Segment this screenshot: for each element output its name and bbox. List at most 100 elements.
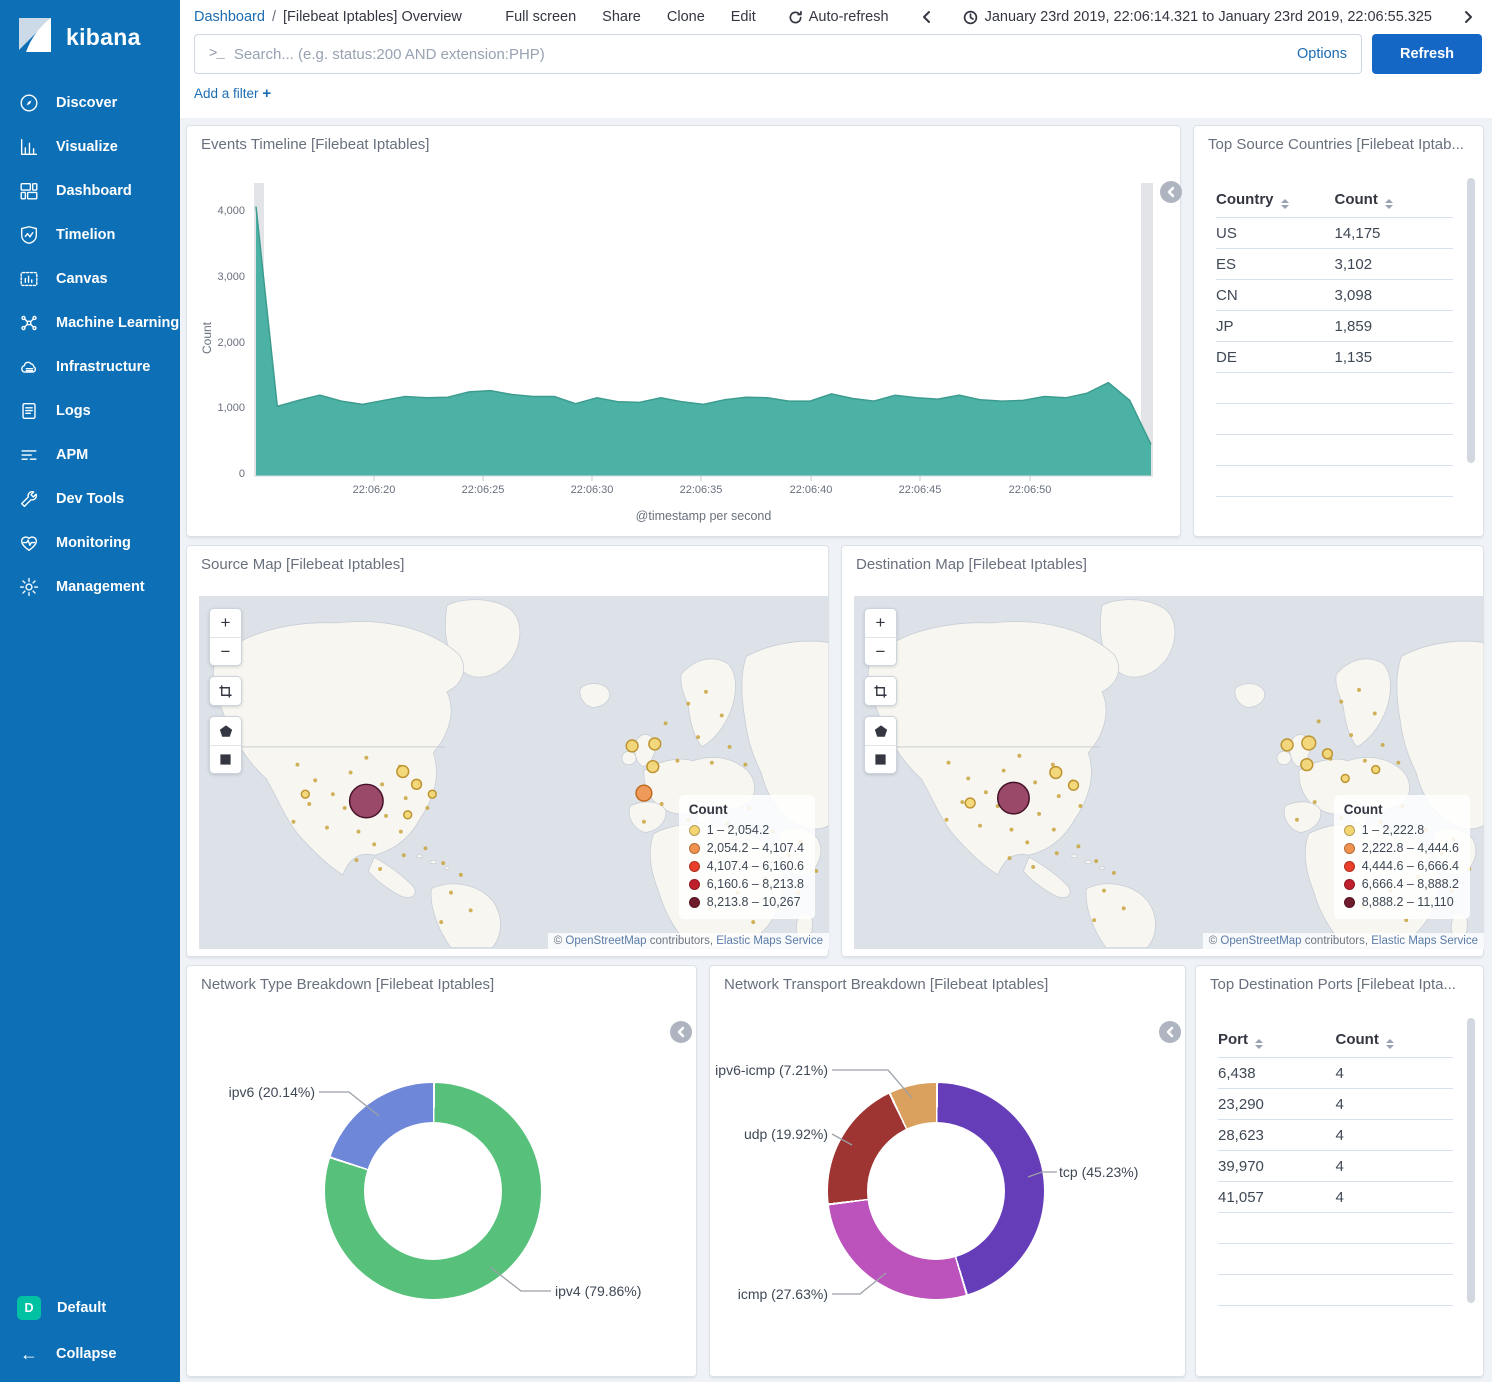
- draw-polygon-button[interactable]: [210, 717, 241, 745]
- logs-icon: [17, 400, 40, 423]
- legend-toggle-button[interactable]: [1159, 1021, 1181, 1043]
- panel-title[interactable]: Top Source Countries [Filebeat Iptab...: [1208, 136, 1464, 153]
- draw-rectangle-button[interactable]: [865, 745, 896, 773]
- options-link[interactable]: Options: [1297, 46, 1347, 62]
- time-range-picker[interactable]: January 23rd 2019, 22:06:14.321 to Janua…: [963, 9, 1432, 25]
- sort-icon: [1386, 1039, 1394, 1049]
- share-button[interactable]: Share: [602, 9, 641, 25]
- sidebar-item-apm[interactable]: APM: [0, 433, 180, 477]
- map-controls: + −: [864, 608, 897, 774]
- x-tick: 22:06:30: [571, 484, 614, 496]
- timeline-area-chart[interactable]: [254, 183, 1153, 483]
- network-type-donut[interactable]: [325, 1083, 541, 1299]
- y-tick: 3,000: [187, 271, 245, 283]
- x-tick: 22:06:50: [1009, 484, 1052, 496]
- y-tick: 1,000: [187, 402, 245, 414]
- sidebar-item-dashboard[interactable]: Dashboard: [0, 169, 180, 213]
- column-header-port[interactable]: Port: [1218, 1031, 1336, 1049]
- legend-swatch: [689, 825, 700, 836]
- sidebar-item-management[interactable]: Management: [0, 565, 180, 609]
- zoom-in-button[interactable]: +: [210, 609, 241, 637]
- refresh-button[interactable]: Refresh: [1372, 34, 1482, 74]
- sidebar-item-visualize[interactable]: Visualize: [0, 125, 180, 169]
- legend-item: 2,054.2 – 4,107.4: [689, 839, 804, 857]
- panel-title[interactable]: Network Type Breakdown [Filebeat Iptable…: [201, 976, 494, 993]
- legend-item: 4,444.6 – 6,666.4: [1344, 857, 1459, 875]
- sidebar-item-monitoring[interactable]: Monitoring: [0, 521, 180, 565]
- edit-button[interactable]: Edit: [731, 9, 756, 25]
- table-row: CN3,098: [1216, 280, 1453, 311]
- map-legend: Count 1 – 2,222.8 2,222.8 – 4,444.6 4,44…: [1334, 795, 1470, 919]
- source-map[interactable]: + − Count 1 – 2,054.2 2,054.2 – 4,107.4 …: [199, 596, 829, 949]
- openstreetmap-link[interactable]: OpenStreetMap: [565, 935, 646, 947]
- table-row-empty: [1218, 1244, 1453, 1275]
- openstreetmap-link[interactable]: OpenStreetMap: [1220, 935, 1301, 947]
- elastic-maps-service-link[interactable]: Elastic Maps Service: [1371, 935, 1478, 947]
- sidebar-item-canvas[interactable]: Canvas: [0, 257, 180, 301]
- legend-swatch: [1344, 825, 1355, 836]
- time-forward-button[interactable]: [1458, 10, 1480, 24]
- sidebar-item-dev-tools[interactable]: Dev Tools: [0, 477, 180, 521]
- search-input[interactable]: [234, 46, 1287, 63]
- column-header-count[interactable]: Count: [1336, 1031, 1454, 1049]
- collapse-button[interactable]: ← Collapse: [0, 1334, 180, 1374]
- legend-toggle-button[interactable]: [1160, 181, 1182, 203]
- table-scrollbar[interactable]: [1467, 1018, 1475, 1303]
- panel-title[interactable]: Destination Map [Filebeat Iptables]: [856, 556, 1087, 573]
- panel-title[interactable]: Top Destination Ports [Filebeat Ipta...: [1210, 976, 1456, 993]
- column-header-count[interactable]: Count: [1335, 191, 1454, 209]
- table-row: JP1,859: [1216, 311, 1453, 342]
- draw-polygon-button[interactable]: [865, 717, 896, 745]
- panel-top-destination-ports: Top Destination Ports [Filebeat Ipta... …: [1195, 965, 1484, 1377]
- infrastructure-icon: [17, 356, 40, 379]
- dashboard-icon: [17, 180, 40, 203]
- legend-item: 2,222.8 – 4,444.6: [1344, 839, 1459, 857]
- network-transport-donut[interactable]: [828, 1083, 1044, 1299]
- destination-map[interactable]: + − Count 1 – 2,222.8 2,222.8 – 4,444.6 …: [854, 596, 1484, 949]
- legend-item: 4,107.4 – 6,160.6: [689, 857, 804, 875]
- elastic-maps-service-link[interactable]: Elastic Maps Service: [716, 935, 823, 947]
- kibana-logo[interactable]: kibana: [0, 0, 180, 81]
- draw-rectangle-button[interactable]: [210, 745, 241, 773]
- fit-bounds-button[interactable]: [210, 677, 241, 705]
- fit-bounds-button[interactable]: [865, 677, 896, 705]
- table-row-empty: [1218, 1275, 1453, 1306]
- column-header-country[interactable]: Country: [1216, 191, 1335, 209]
- auto-refresh-button[interactable]: Auto-refresh: [788, 9, 889, 25]
- sidebar-item-timelion[interactable]: Timelion: [0, 213, 180, 257]
- slice-label-ipv6-icmp: ipv6-icmp (7.21%): [710, 1062, 828, 1078]
- sidebar-item-discover[interactable]: Discover: [0, 81, 180, 125]
- add-filter-link[interactable]: Add a filter +: [194, 85, 271, 102]
- slice-label-ipv4: ipv4 (79.86%): [555, 1283, 641, 1299]
- apm-icon: [17, 444, 40, 467]
- legend-toggle-button[interactable]: [670, 1021, 692, 1043]
- terminal-prompt-icon: >_: [209, 46, 224, 62]
- slice-label-ipv6: ipv6 (20.14%): [187, 1084, 315, 1100]
- sidebar-item-machine-learning[interactable]: Machine Learning: [0, 301, 180, 345]
- sidebar-item-infrastructure[interactable]: Infrastructure: [0, 345, 180, 389]
- time-back-button[interactable]: [915, 10, 937, 24]
- sidebar-item-logs[interactable]: Logs: [0, 389, 180, 433]
- ports-table: Port Count 6,4384 23,2904 28,6234 39,970…: [1218, 1022, 1453, 1306]
- legend-item: 6,666.4 – 8,888.2: [1344, 875, 1459, 893]
- breadcrumb-dashboard-link[interactable]: Dashboard: [194, 9, 265, 25]
- full-screen-button[interactable]: Full screen: [505, 9, 576, 25]
- space-selector[interactable]: D Default: [0, 1286, 180, 1330]
- legend-title: Count: [689, 802, 804, 817]
- donut-hole: [364, 1122, 502, 1260]
- map-legend: Count 1 – 2,054.2 2,054.2 – 4,107.4 4,10…: [679, 795, 815, 919]
- panel-title[interactable]: Source Map [Filebeat Iptables]: [201, 556, 404, 573]
- search-bar: >_ Options Refresh: [180, 30, 1492, 74]
- zoom-in-button[interactable]: +: [865, 609, 896, 637]
- clone-button[interactable]: Clone: [667, 9, 705, 25]
- panel-source-map: Source Map [Filebeat Iptables] + −: [186, 545, 829, 957]
- table-scrollbar[interactable]: [1467, 178, 1475, 463]
- zoom-out-button[interactable]: −: [865, 637, 896, 665]
- query-box[interactable]: >_ Options: [194, 34, 1362, 74]
- panel-destination-map: Destination Map [Filebeat Iptables] + −: [841, 545, 1484, 957]
- panel-title[interactable]: Network Transport Breakdown [Filebeat Ip…: [724, 976, 1048, 993]
- panel-title[interactable]: Events Timeline [Filebeat Iptables]: [201, 136, 429, 153]
- zoom-out-button[interactable]: −: [210, 637, 241, 665]
- legend-item: 6,160.6 – 8,213.8: [689, 875, 804, 893]
- sort-icon: [1281, 199, 1289, 209]
